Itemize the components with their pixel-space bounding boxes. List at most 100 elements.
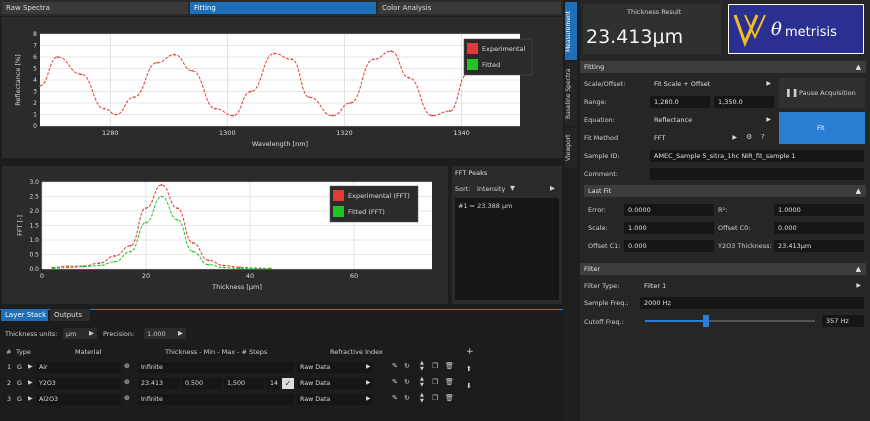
add-circle-icon[interactable]: ⊕: [124, 362, 130, 370]
y-tick-label: 0.5: [29, 252, 39, 259]
col-header-type: Type: [16, 348, 31, 356]
add-layer-icon[interactable]: +: [466, 347, 474, 357]
filter-section-header[interactable]: Filter ▲: [580, 263, 866, 275]
y-axis-label: Reflectance [%]: [14, 54, 22, 105]
tab-fitting[interactable]: Fitting: [190, 2, 376, 14]
refresh-icon[interactable]: ↻: [404, 362, 410, 370]
pause-button-label: Pause Acquisition: [799, 89, 856, 97]
thickness-units-select[interactable]: μm ▶: [63, 328, 97, 339]
row-material[interactable]: Air: [36, 362, 121, 373]
tab-color-analysis[interactable]: Color Analysis: [378, 2, 561, 14]
data-point: [67, 266, 69, 269]
cutoff-slider-track[interactable]: [645, 315, 815, 327]
refresh-icon[interactable]: ↻: [404, 394, 410, 402]
sort-select[interactable]: Intensity ▼ ▶: [474, 183, 558, 194]
thickness-units-value: μm: [66, 330, 77, 338]
delete-icon[interactable]: 🗑: [445, 378, 454, 386]
range-min-input[interactable]: 1,280.0: [650, 96, 710, 108]
add-circle-icon[interactable]: ⊕: [124, 378, 130, 386]
chevron-right-icon[interactable]: ▶: [366, 395, 371, 402]
row-refractive-index[interactable]: Raw Data: [297, 362, 373, 373]
delete-icon[interactable]: 🗑: [445, 362, 454, 370]
last-fit-header-label: Last Fit: [588, 187, 612, 195]
row-refractive-index[interactable]: Raw Data: [297, 394, 373, 405]
fit-button[interactable]: Fit: [779, 112, 865, 144]
offset-c0-value: 0.000: [774, 222, 864, 234]
scale-value: 1.000: [624, 222, 714, 234]
move-down-icon[interactable]: ▼: [420, 398, 424, 404]
move-up-icon[interactable]: ⬆: [466, 365, 472, 373]
chevron-right-icon[interactable]: ▶: [366, 379, 371, 386]
row-thickness[interactable]: Infinite: [138, 394, 163, 405]
copy-icon[interactable]: ❐: [432, 362, 438, 370]
gear-icon[interactable]: ⚙: [746, 133, 752, 141]
data-point: [191, 69, 194, 72]
chevron-right-icon[interactable]: ▶: [28, 395, 33, 402]
comment-label: Comment:: [584, 170, 619, 178]
sample-freq-label: Sample Freq.:: [584, 299, 629, 307]
offset-c1-label: Offset C1:: [588, 242, 621, 250]
fft-peak-item[interactable]: #1 = 23.388 μm: [458, 202, 512, 210]
edit-icon[interactable]: ✎: [392, 362, 398, 370]
fitting-section-header[interactable]: Fitting ▲: [580, 61, 866, 73]
row-material[interactable]: Al2O3: [36, 394, 121, 405]
filter-type-select[interactable]: Filter 1 ▶: [640, 280, 864, 292]
thickness-result-label: Thickness Result: [627, 8, 682, 16]
help-icon[interactable]: ?: [761, 133, 765, 141]
vtab-viewport[interactable]: Viewport: [565, 128, 577, 168]
copy-icon[interactable]: ❐: [432, 378, 438, 386]
scale-offset-value: Fit Scale + Offset: [654, 80, 711, 88]
move-down-icon[interactable]: ▼: [420, 366, 424, 372]
row-thickness[interactable]: 23.413: [138, 378, 180, 389]
check-icon[interactable]: ✓: [282, 378, 294, 389]
data-point: [448, 110, 451, 112]
refresh-icon[interactable]: ↻: [404, 378, 410, 386]
sample-id-input[interactable]: AMEC_Sample 5_sitra_1hc NIR_fit_sample 1: [650, 150, 864, 162]
chevron-right-icon[interactable]: ▶: [28, 379, 33, 386]
r2-value: 1.0000: [774, 204, 864, 216]
tab-layer-stack[interactable]: Layer Stack: [1, 309, 48, 321]
chevron-right-icon[interactable]: ▶: [28, 363, 33, 370]
equation-select[interactable]: Reflectance ▶: [650, 114, 774, 126]
copy-icon[interactable]: ❐: [432, 394, 438, 402]
cutoff-slider-thumb[interactable]: [703, 315, 710, 327]
vtab-baseline-spectra[interactable]: Baseline Spectra: [565, 62, 577, 126]
cutoff-freq-value[interactable]: 357 Hz: [822, 315, 864, 327]
add-circle-icon[interactable]: ⊕: [124, 394, 130, 402]
row-max[interactable]: 1,500: [224, 378, 264, 389]
move-down-icon[interactable]: ▼: [420, 382, 424, 388]
row-refractive-index[interactable]: Raw Data: [297, 378, 373, 389]
row-min[interactable]: 0.500: [182, 378, 222, 389]
sample-freq-input[interactable]: 2000 Hz: [640, 297, 864, 309]
pause-acquisition-button[interactable]: ❚❚ Pause Acquisition: [779, 78, 865, 108]
chevron-right-icon: ▶: [856, 282, 861, 289]
data-point: [238, 267, 241, 270]
data-point: [145, 207, 147, 209]
sort-value: Intensity: [477, 185, 506, 193]
reflectance-chart-panel: 1280 1300 1320 1340 0 1 2 3 4 5 6 7 8 Wavelength [nm]…: [2, 17, 563, 158]
fit-method-label: Fit Method: [584, 134, 619, 142]
scale-offset-label: Scale/Offset:: [584, 80, 626, 88]
logo-text: metrisis: [785, 25, 837, 40]
row-steps[interactable]: 14: [266, 378, 280, 389]
data-point: [132, 96, 135, 99]
comment-input[interactable]: [650, 168, 864, 180]
col-header-ri: Refractive Index: [330, 348, 383, 356]
precision-select[interactable]: 1.000 ▶: [144, 328, 186, 339]
row-thickness[interactable]: Infinite: [138, 362, 163, 373]
fit-method-select[interactable]: FFT ▶: [650, 132, 740, 144]
scale-offset-select[interactable]: Fit Scale + Offset ▶: [650, 78, 774, 90]
tab-outputs[interactable]: Outputs: [50, 309, 90, 321]
edit-icon[interactable]: ✎: [392, 378, 398, 386]
chevron-right-icon[interactable]: ▶: [366, 363, 371, 370]
tab-raw-spectra[interactable]: Raw Spectra: [2, 2, 188, 14]
range-max-input[interactable]: 1,350.0: [714, 96, 774, 108]
delete-icon[interactable]: 🗑: [445, 394, 454, 402]
fitting-header-label: Fitting: [584, 63, 605, 71]
last-fit-section-header[interactable]: Last Fit ▲: [584, 185, 866, 197]
data-point: [207, 259, 210, 262]
row-material[interactable]: Y2O3: [36, 378, 121, 389]
edit-icon[interactable]: ✎: [392, 394, 398, 402]
vtab-measurement[interactable]: Measurement: [565, 2, 577, 60]
move-down-icon[interactable]: ⬇: [466, 382, 472, 390]
